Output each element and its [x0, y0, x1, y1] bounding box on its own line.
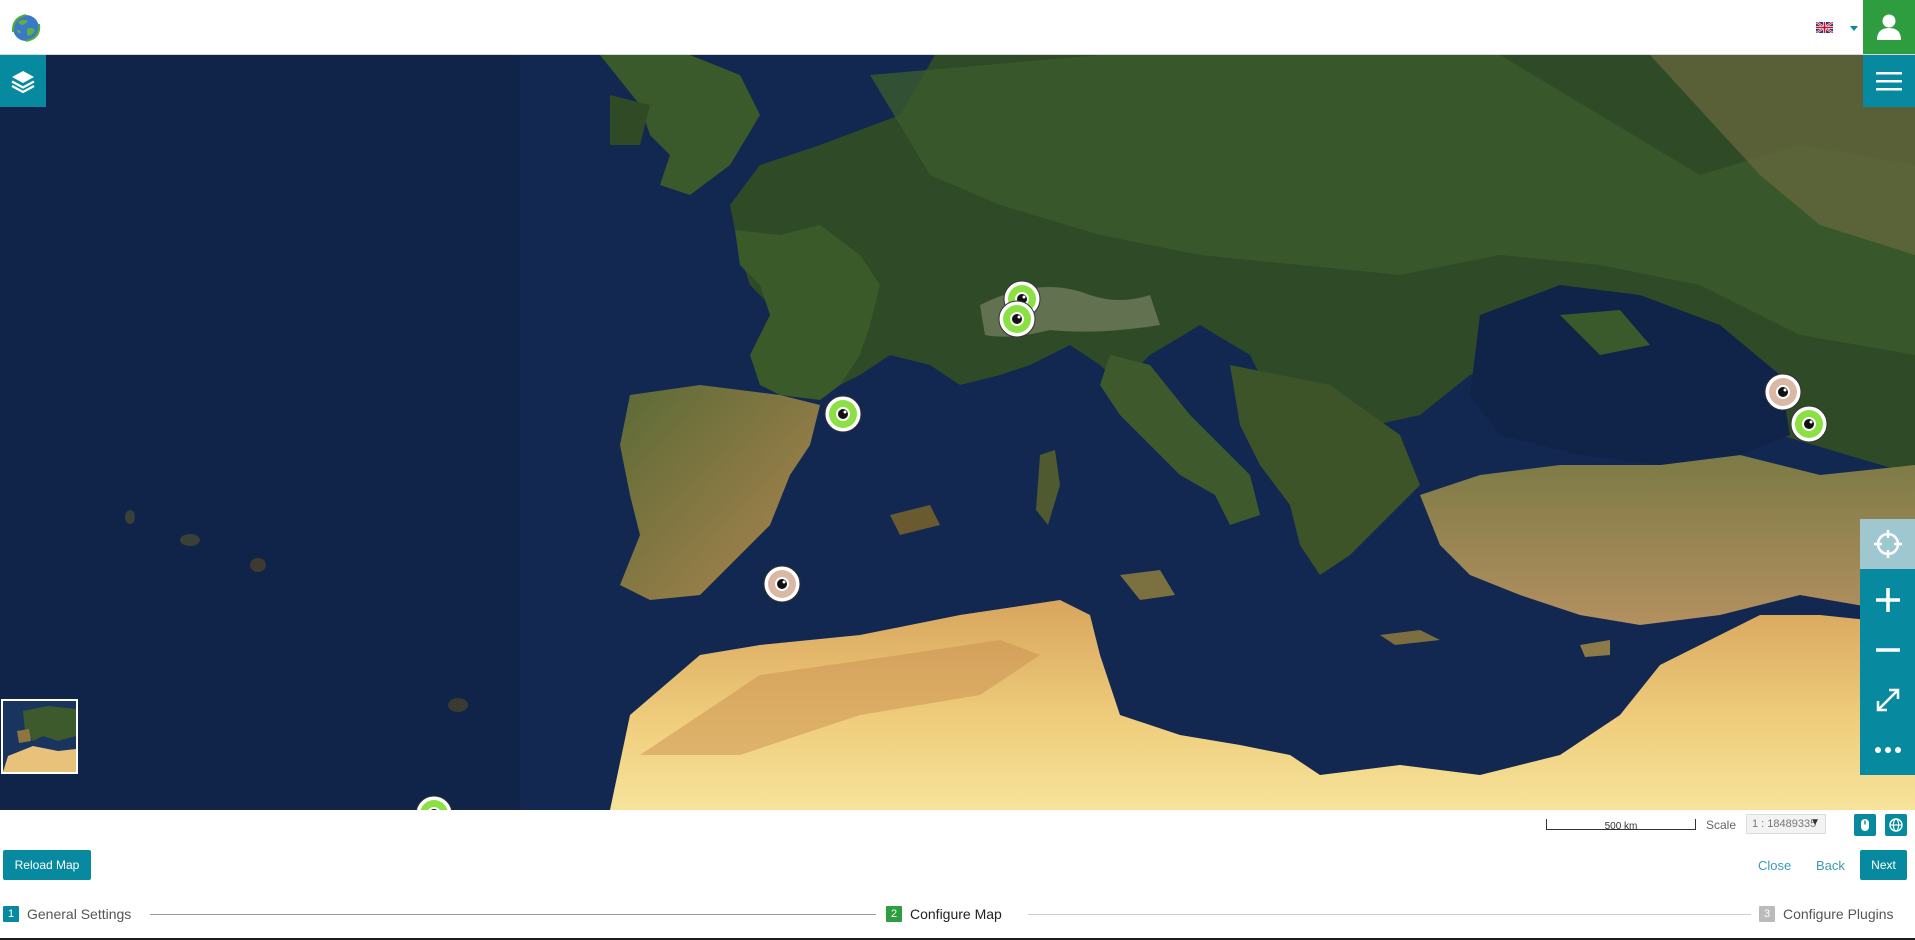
expand-icon: [1876, 688, 1899, 712]
close-button[interactable]: Close: [1758, 858, 1791, 873]
step-label: Configure Map: [910, 906, 1002, 922]
next-button[interactable]: Next: [1860, 850, 1907, 880]
main-menu-button[interactable]: [1863, 55, 1915, 107]
scale-select[interactable]: 1 : 18489335 ▼: [1746, 814, 1826, 834]
step-configure-plugins[interactable]: 3 Configure Plugins: [1759, 904, 1894, 924]
layers-button[interactable]: [0, 55, 46, 107]
map-marker[interactable]: [763, 565, 801, 603]
step-number: 2: [886, 906, 902, 922]
scale-label: Scale: [1706, 818, 1737, 832]
locate-button[interactable]: [1860, 519, 1915, 569]
crosshair-icon: [1873, 530, 1902, 558]
scale-bar-label: 500 km: [1604, 821, 1638, 832]
language-selector[interactable]: [1816, 20, 1858, 36]
user-icon: [1877, 14, 1901, 40]
mouse-icon: [1861, 819, 1869, 831]
crs-selector-button[interactable]: [1885, 814, 1907, 836]
globe-logo-icon[interactable]: [9, 12, 43, 44]
minus-icon: [1875, 648, 1900, 652]
step-connector: [1028, 914, 1751, 915]
layers-icon: [11, 71, 35, 94]
top-bar: [0, 0, 1915, 55]
step-configure-map[interactable]: 2 Configure Map: [886, 904, 1002, 924]
map-view[interactable]: [0, 55, 1915, 810]
fullscreen-button[interactable]: [1860, 675, 1915, 725]
overview-thumbnail: [3, 701, 76, 772]
step-number: 1: [3, 906, 19, 922]
step-label: General Settings: [27, 906, 132, 922]
wizard-steps: 1 General Settings 2 Configure Map 3 Con…: [0, 890, 1915, 940]
step-label: Configure Plugins: [1783, 906, 1894, 922]
plus-icon: [1875, 588, 1900, 612]
action-row: Reload Map Close Back Next: [0, 840, 1915, 890]
hamburger-menu-icon: [1876, 72, 1902, 91]
zoom-out-button[interactable]: [1860, 625, 1915, 675]
map-marker[interactable]: [1764, 373, 1802, 411]
user-menu-button[interactable]: [1863, 0, 1915, 54]
map-marker[interactable]: [824, 395, 862, 433]
uk-flag-icon: [1816, 22, 1833, 33]
ellipsis-icon: [1874, 747, 1901, 753]
caret-down-icon: ▼: [1810, 817, 1820, 828]
map-toolbar: [1860, 519, 1915, 775]
zoom-in-button[interactable]: [1860, 575, 1915, 625]
globe-icon: [1889, 818, 1903, 832]
mouse-position-button[interactable]: [1854, 814, 1876, 836]
reload-map-button[interactable]: Reload Map: [3, 850, 91, 880]
back-button[interactable]: Back: [1816, 858, 1845, 873]
scale-bar-row: 500 km Scale 1 : 18489335 ▼: [0, 810, 1915, 840]
scale-value: 1 : 18489335: [1752, 818, 1817, 830]
map-marker[interactable]: [998, 300, 1036, 338]
chevron-down-icon: [1850, 26, 1858, 31]
map-marker[interactable]: [415, 795, 453, 810]
step-general-settings[interactable]: 1 General Settings: [3, 904, 131, 924]
overview-map[interactable]: [1, 699, 78, 774]
step-number: 3: [1759, 906, 1775, 922]
satellite-basemap[interactable]: [0, 55, 1915, 810]
step-connector: [150, 914, 876, 915]
more-tools-button[interactable]: [1860, 725, 1915, 775]
